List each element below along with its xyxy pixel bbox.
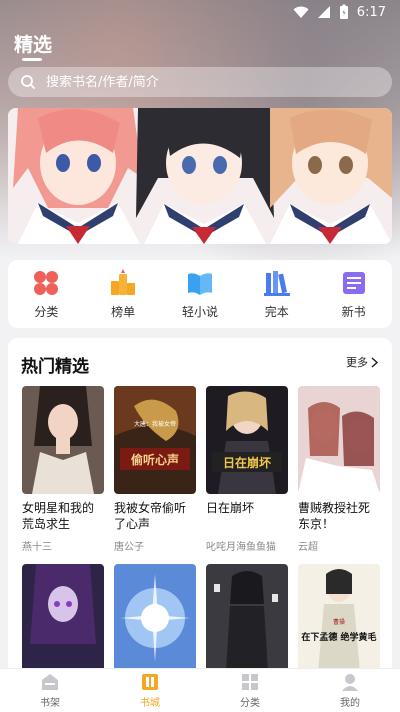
status-time: 6:17 xyxy=(356,4,386,20)
shortcut-label: 分类 xyxy=(34,304,59,319)
book-card[interactable]: 日在崩坏 日在崩坏 叱咤月海鱼鱼猫 xyxy=(206,386,288,553)
shortcut-label: 新书 xyxy=(341,304,366,319)
cover-subtitle: 大唐：我被女帝 xyxy=(134,420,176,428)
book-title: 曹贼教授社死东京！ xyxy=(298,501,371,531)
book-author: 燕十三 xyxy=(22,542,52,553)
shortcut-new-book[interactable]: 新书 xyxy=(324,269,384,320)
book-card[interactable]: 大唐：我被女帝 偷听心声 我被女帝偷听了心声 唐公子 xyxy=(114,386,196,553)
book-cover xyxy=(206,564,288,672)
tab-bookshelf[interactable]: 书架 xyxy=(15,672,85,709)
book-cover xyxy=(298,386,380,494)
tab-category[interactable]: 分类 xyxy=(215,672,285,709)
search-input[interactable] xyxy=(46,74,346,90)
book-cover xyxy=(22,564,104,672)
tab-label: 分类 xyxy=(240,698,260,709)
tab-label: 书城 xyxy=(140,698,160,709)
book-cover xyxy=(114,564,196,672)
book-cover: 日在崩坏 xyxy=(206,386,288,494)
book-title: 我被女帝偷听了心声 xyxy=(114,501,187,531)
section-title: 热门精选 xyxy=(21,357,89,377)
bookstore-icon xyxy=(142,674,158,690)
wifi-icon xyxy=(293,6,309,18)
book-card[interactable] xyxy=(22,564,104,678)
cover-title: 在下孟德 绝学黄毛 xyxy=(301,631,376,643)
shortcut-light-novel[interactable]: 轻小说 xyxy=(170,269,230,320)
book-card[interactable] xyxy=(206,564,288,678)
signal-icon xyxy=(317,6,330,18)
tab-label: 书架 xyxy=(40,698,60,709)
title-underline xyxy=(22,58,42,61)
tab-label: 我的 xyxy=(340,698,360,709)
book-cover xyxy=(22,386,104,494)
book-title: 日在崩坏 xyxy=(206,501,255,515)
ranking-icon xyxy=(111,268,136,295)
promo-banner[interactable] xyxy=(8,108,392,244)
shortcut-label: 轻小说 xyxy=(181,304,218,319)
shortcut-label: 榜单 xyxy=(111,304,136,319)
book-cover: 曹操 在下孟德 绝学黄毛 xyxy=(298,564,380,672)
light-novel-icon xyxy=(187,272,212,295)
shortcut-category[interactable]: 分类 xyxy=(16,269,76,320)
book-card[interactable]: 女明星和我的荒岛求生 燕十三 xyxy=(22,386,104,553)
bottom-tab-bar: 书架 书城 分类 我的 xyxy=(0,668,400,712)
book-title: 女明星和我的荒岛求生 xyxy=(22,501,95,531)
search-bar[interactable] xyxy=(8,67,392,97)
book-author: 叱咤月海鱼鱼猫 xyxy=(206,542,276,553)
cover-subtitle: 曹操 xyxy=(333,618,345,626)
book-card[interactable] xyxy=(114,564,196,678)
page-title: 精选 xyxy=(14,34,53,56)
battery-icon xyxy=(339,4,348,19)
chevron-right-icon xyxy=(371,356,378,368)
more-link[interactable]: 更多 xyxy=(346,354,378,370)
completed-icon xyxy=(263,270,290,296)
search-icon xyxy=(21,75,35,89)
book-card[interactable]: 曹操 在下孟德 绝学黄毛 xyxy=(298,564,380,678)
book-author: 唐公子 xyxy=(114,542,144,553)
grid-icon xyxy=(242,674,258,690)
status-bar: 6:17 xyxy=(0,0,400,24)
banner-illustration xyxy=(8,108,392,244)
tab-bookstore[interactable]: 书城 xyxy=(115,672,185,709)
category-shortcuts: 分类 榜单 轻小说 完本 新书 xyxy=(8,260,392,328)
cover-title: 偷听心声 xyxy=(131,452,179,467)
book-cover: 大唐：我被女帝 偷听心声 xyxy=(114,386,196,494)
new-book-icon xyxy=(342,271,365,294)
shortcut-label: 完本 xyxy=(264,304,289,319)
shortcut-ranking[interactable]: 榜单 xyxy=(93,268,153,320)
hot-picks-section: 热门精选 更多 女明星和我的荒岛求生 燕十三 大唐：我被女帝 偷听心声 我被女帝… xyxy=(8,338,392,678)
more-label: 更多 xyxy=(346,356,368,369)
tab-profile[interactable]: 我的 xyxy=(315,672,385,709)
bookshelf-icon xyxy=(42,674,58,690)
cover-title: 日在崩坏 xyxy=(223,455,271,470)
category-icon xyxy=(34,270,59,295)
book-card[interactable]: 曹贼教授社死东京！ 云超 xyxy=(298,386,380,553)
profile-icon xyxy=(342,674,358,691)
shortcut-completed[interactable]: 完本 xyxy=(247,269,307,320)
book-author: 云超 xyxy=(298,542,318,553)
